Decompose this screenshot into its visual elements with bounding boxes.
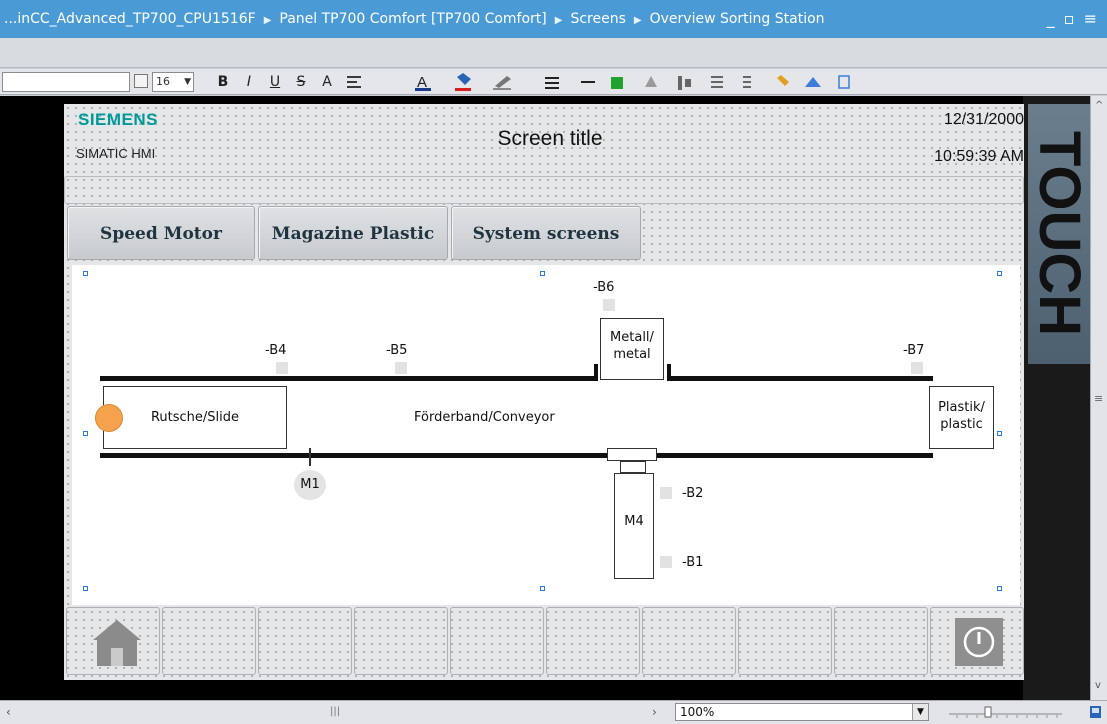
vertical-scrollbar[interactable]: ^ ≡ v <box>1090 96 1107 700</box>
fkey-slot[interactable] <box>258 607 352 675</box>
chevron-down-icon: ▼ <box>184 77 191 87</box>
slide-box: Rutsche/Slide <box>103 386 287 449</box>
sensor-b7-label: -B7 <box>903 343 925 358</box>
simatic-hmi-label: SIMATIC HMI <box>76 146 156 161</box>
font-picker-icon[interactable] <box>134 74 148 88</box>
selection-handle[interactable] <box>997 586 1002 591</box>
scroll-left-icon[interactable]: ‹ <box>6 705 11 719</box>
cylinder-m4[interactable]: M4 <box>614 473 654 579</box>
editor-tab-strip <box>0 38 1107 68</box>
breadcrumb-project[interactable]: ...inCC_Advanced_TP700_CPU1516F <box>4 11 256 27</box>
selection-handle[interactable] <box>83 586 88 591</box>
breadcrumb-screens[interactable]: Screens <box>570 11 625 27</box>
fkey-slot[interactable] <box>642 607 736 675</box>
sensor-b4[interactable] <box>276 362 288 374</box>
sensor-b1[interactable] <box>660 556 672 568</box>
toolbar-icon-strip[interactable]: A <box>345 73 945 91</box>
window-title-bar: ...inCC_Advanced_TP700_CPU1516F ▶ Panel TP… <box>0 0 1107 38</box>
speed-motor-button[interactable]: Speed Motor <box>67 206 255 260</box>
metal-box: Metall/ metal <box>600 318 664 380</box>
strikethrough-button[interactable]: S <box>292 72 310 92</box>
scroll-grip-icon[interactable]: ||| <box>330 706 340 717</box>
selection-handle[interactable] <box>997 431 1002 436</box>
screen-title: Screen title <box>497 127 603 150</box>
scroll-grip-icon[interactable]: ≡ <box>1094 392 1103 405</box>
breadcrumb-separator-icon: ▶ <box>633 15 642 26</box>
scroll-right-icon[interactable]: › <box>652 705 657 719</box>
conveyor-top-rail-right <box>667 376 933 381</box>
sensor-b5[interactable] <box>395 362 407 374</box>
pusher-head <box>607 448 657 461</box>
font-size-value: 16 <box>156 75 170 88</box>
pusher-rod <box>620 461 646 473</box>
horizontal-scrollbar[interactable]: ‹ ||| › <box>0 700 665 724</box>
fkey-slot[interactable] <box>546 607 640 675</box>
italic-button[interactable]: I <box>240 72 258 92</box>
bold-button[interactable]: B <box>214 72 232 92</box>
magazine-plastic-button[interactable]: Magazine Plastic <box>258 206 448 260</box>
time-display: 10:59:39 AM <box>934 148 1024 165</box>
font-size-field[interactable]: 16 ▼ <box>152 72 194 92</box>
status-indicator-lamp[interactable] <box>95 404 123 432</box>
zoom-slider[interactable] <box>947 705 1067 719</box>
format-toolbar: 16 ▼ B I U S A A <box>0 69 1107 95</box>
sensor-b1-label: -B1 <box>682 555 704 570</box>
scroll-down-icon[interactable]: v <box>1095 680 1101 691</box>
sensor-b5-label: -B5 <box>386 343 408 358</box>
conveyor-bottom-rail <box>100 453 933 458</box>
sensor-b2[interactable] <box>660 487 672 499</box>
zoom-bar: 100% ▼ <box>665 700 1107 724</box>
home-icon <box>93 620 141 666</box>
metal-box-line1: Metall/ <box>610 330 654 345</box>
metal-box-line2: metal <box>613 347 651 362</box>
underline-button[interactable]: U <box>266 72 284 92</box>
sensor-b7[interactable] <box>911 362 923 374</box>
system-screens-button[interactable]: System screens <box>451 206 641 260</box>
breadcrumb-current-screen: Overview Sorting Station <box>649 11 825 27</box>
fkey-home-slot[interactable] <box>66 607 160 675</box>
fkey-slot[interactable] <box>834 607 928 675</box>
zoom-select[interactable]: 100% ▼ <box>675 703 929 721</box>
font-name-field[interactable] <box>2 72 130 92</box>
motor-m1[interactable]: M1 <box>294 470 326 500</box>
sensor-b4-label: -B4 <box>265 343 287 358</box>
chevron-down-icon: ▼ <box>912 704 928 720</box>
header-separator <box>64 176 1024 204</box>
plastic-box: Plastik/ plastic <box>929 386 994 449</box>
window-controls[interactable]: _ ▫ ≡ ✕ <box>1039 0 1099 66</box>
selection-handle[interactable] <box>540 586 545 591</box>
conveyor-label: Förderband/Conveyor <box>414 410 555 425</box>
power-icon <box>955 618 1003 666</box>
date-display: 12/31/2000 <box>943 111 1024 128</box>
sensor-b6[interactable] <box>603 299 615 311</box>
fkey-exit-slot[interactable] <box>930 607 1024 675</box>
fkey-slot[interactable] <box>738 607 832 675</box>
window-layout-icon[interactable] <box>1089 703 1103 721</box>
plastic-box-line1: Plastik/ <box>938 400 985 415</box>
fkey-slot[interactable] <box>162 607 256 675</box>
selection-handle[interactable] <box>540 271 545 276</box>
conveyor-top-rail-left <box>100 376 597 381</box>
sensor-b2-label: -B2 <box>682 486 704 501</box>
sensor-b6-label: -B6 <box>593 280 615 295</box>
breadcrumb-separator-icon: ▶ <box>263 15 272 26</box>
font-grow-button[interactable]: A <box>318 72 336 92</box>
scroll-up-icon[interactable]: ^ <box>1095 100 1103 111</box>
selection-handle[interactable] <box>83 271 88 276</box>
fkey-slot[interactable] <box>450 607 544 675</box>
selection-handle[interactable] <box>997 271 1002 276</box>
conveyor-gate-left <box>594 364 598 381</box>
siemens-logo: SIEMENS <box>78 110 159 129</box>
breadcrumb-separator-icon: ▶ <box>554 15 563 26</box>
selection-handle[interactable] <box>83 431 88 436</box>
zoom-value: 100% <box>680 705 715 719</box>
motor-m1-shaft <box>309 448 311 466</box>
plastic-box-line2: plastic <box>940 417 983 432</box>
breadcrumb-device[interactable]: Panel TP700 Comfort [TP700 Comfort] <box>279 11 546 27</box>
fkey-slot[interactable] <box>354 607 448 675</box>
bezel-touch-label: TOUCH <box>1027 104 1092 364</box>
